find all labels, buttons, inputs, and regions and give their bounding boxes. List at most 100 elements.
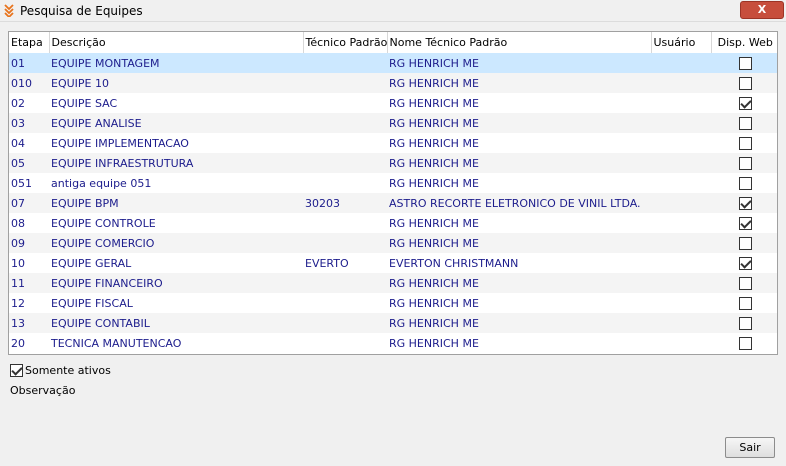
- table-row[interactable]: 20 TECNICA MANUTENCAO RG HENRICH ME: [9, 333, 777, 353]
- table-row[interactable]: 04 EQUIPE IMPLEMENTACAO RG HENRICH ME: [9, 133, 777, 153]
- checkbox-unchecked-icon[interactable]: [738, 136, 752, 150]
- sair-button[interactable]: Sair: [725, 437, 775, 458]
- cell-etapa: 13: [9, 313, 49, 333]
- cell-etapa: 07: [9, 193, 49, 213]
- table-row[interactable]: 09 EQUIPE COMERCIO RG HENRICH ME: [9, 233, 777, 253]
- cell-nome-tecnico-padrao: RG HENRICH ME: [387, 313, 651, 333]
- somente-ativos-checkbox[interactable]: Somente ativos: [10, 363, 111, 377]
- checkbox-unchecked-icon[interactable]: [738, 176, 752, 190]
- cell-disp-web: [711, 293, 777, 313]
- table-row[interactable]: 03 EQUIPE ANALISE RG HENRICH ME: [9, 113, 777, 133]
- cell-descricao: EQUIPE SAC: [51, 96, 118, 110]
- cell-tecnico-padrao: [303, 213, 387, 233]
- table-row[interactable]: 10 EQUIPE GERAL EVERTO EVERTON CHRISTMANN: [9, 253, 777, 273]
- cell-disp-web: [711, 273, 777, 293]
- cell-tecnico-padrao: [303, 333, 387, 353]
- cell-disp-web: [711, 173, 777, 193]
- column-header-nome-tecnico-padrao[interactable]: Nome Técnico Padrão: [387, 32, 652, 53]
- cell-descricao: EQUIPE CONTROLE: [51, 216, 156, 230]
- cell-usuario: [651, 293, 711, 313]
- title-bar: Pesquisa de Equipes X: [0, 0, 786, 22]
- equipes-table: Etapa Descrição Técnico Padrão Nome Técn…: [9, 32, 777, 353]
- checkbox-unchecked-icon[interactable]: [738, 56, 752, 70]
- cell-usuario: [651, 53, 711, 73]
- checkbox-checked-icon[interactable]: [738, 256, 752, 270]
- cell-etapa: 12: [11, 296, 25, 310]
- cell-descricao: EQUIPE COMERCIO: [49, 233, 303, 253]
- table-row[interactable]: 02 EQUIPE SAC RG HENRICH ME: [9, 93, 777, 113]
- close-button[interactable]: X: [740, 1, 784, 19]
- column-header-disp-web[interactable]: Disp. Web: [711, 32, 777, 53]
- table-row[interactable]: 051 antiga equipe 051 RG HENRICH ME: [9, 173, 777, 193]
- table-row[interactable]: 07 EQUIPE BPM 30203 ASTRO RECORTE ELETRONIC…: [9, 193, 777, 213]
- cell-usuario: [651, 93, 711, 113]
- cell-tecnico-padrao: [303, 133, 387, 153]
- close-icon: X: [757, 3, 767, 16]
- table-row[interactable]: 08 EQUIPE CONTROLE RG HENRICH ME: [9, 213, 777, 233]
- cell-etapa: 09: [9, 233, 49, 253]
- column-header-etapa[interactable]: Etapa: [9, 32, 50, 53]
- cell-disp-web: [711, 153, 777, 173]
- cell-tecnico-padrao: [303, 273, 387, 293]
- checkbox-unchecked-icon[interactable]: [738, 276, 752, 290]
- cell-disp-web: [711, 53, 777, 73]
- checkbox-checked-icon[interactable]: [738, 216, 752, 230]
- checkbox-checked-icon[interactable]: [10, 363, 23, 377]
- cell-nome-tecnico-padrao: RG HENRICH ME: [387, 273, 651, 293]
- cell-usuario: [651, 333, 711, 353]
- cell-disp-web: [711, 133, 777, 153]
- cell-nome-tecnico-padrao: RG HENRICH ME: [389, 336, 479, 350]
- cell-disp-web: [711, 93, 777, 113]
- cell-etapa: 02: [11, 96, 25, 110]
- cell-descricao: EQUIPE CONTABIL: [49, 313, 303, 333]
- cell-usuario: [651, 253, 711, 273]
- cell-disp-web: [711, 213, 777, 233]
- table-row[interactable]: 010 EQUIPE 10 RG HENRICH ME: [9, 73, 777, 93]
- cell-disp-web: [711, 253, 777, 273]
- cell-descricao: EQUIPE ANALISE: [49, 113, 303, 133]
- cell-tecnico-padrao: [303, 73, 387, 93]
- checkbox-unchecked-icon[interactable]: [738, 336, 752, 350]
- cell-tecnico-padrao: [303, 313, 387, 333]
- cell-tecnico-padrao: 30203: [303, 193, 387, 213]
- table-row[interactable]: 11 EQUIPE FINANCEIRO RG HENRICH ME: [9, 273, 777, 293]
- cell-tecnico-padrao: [303, 53, 387, 73]
- table-row[interactable]: 05 EQUIPE INFRAESTRUTURA RG HENRICH ME: [9, 153, 777, 173]
- checkbox-checked-icon[interactable]: [738, 96, 752, 110]
- cell-usuario: [651, 113, 711, 133]
- checkbox-unchecked-icon[interactable]: [738, 116, 752, 130]
- cell-etapa: 01: [9, 53, 49, 73]
- cell-descricao: EQUIPE FISCAL: [51, 296, 133, 310]
- cell-descricao: EQUIPE IMPLEMENTACAO: [51, 136, 189, 150]
- cell-usuario: [651, 173, 711, 193]
- cell-usuario: [651, 193, 711, 213]
- cell-descricao: EQUIPE GERAL: [51, 256, 132, 270]
- table-header-row: Etapa Descrição Técnico Padrão Nome Técn…: [9, 32, 777, 53]
- cell-usuario: [651, 273, 711, 293]
- cell-tecnico-padrao: [303, 233, 387, 253]
- checkbox-unchecked-icon[interactable]: [738, 236, 752, 250]
- checkbox-unchecked-icon[interactable]: [738, 296, 752, 310]
- window-title: Pesquisa de Equipes: [20, 4, 143, 18]
- checkbox-checked-icon[interactable]: [738, 196, 752, 210]
- column-header-tecnico-padrao[interactable]: Técnico Padrão: [303, 32, 388, 53]
- table-row[interactable]: 13 EQUIPE CONTABIL RG HENRICH ME: [9, 313, 777, 333]
- checkbox-unchecked-icon[interactable]: [738, 76, 752, 90]
- checkbox-unchecked-icon[interactable]: [738, 316, 752, 330]
- column-header-descricao[interactable]: Descrição: [49, 32, 304, 53]
- column-header-usuario[interactable]: Usuário: [651, 32, 712, 53]
- equipes-grid[interactable]: Etapa Descrição Técnico Padrão Nome Técn…: [8, 31, 778, 355]
- cell-etapa: 10: [11, 256, 25, 270]
- cell-nome-tecnico-padrao: ASTRO RECORTE ELETRONICO DE VINIL LTDA.: [387, 193, 651, 213]
- cell-disp-web: [711, 73, 777, 93]
- cell-descricao: EQUIPE MONTAGEM: [49, 53, 303, 73]
- cell-etapa: 03: [9, 113, 49, 133]
- cell-tecnico-padrao: [303, 293, 387, 313]
- cell-disp-web: [711, 233, 777, 253]
- cell-nome-tecnico-padrao: RG HENRICH ME: [387, 233, 651, 253]
- cell-descricao: TECNICA MANUTENCAO: [51, 336, 182, 350]
- cell-descricao: EQUIPE FINANCEIRO: [49, 273, 303, 293]
- table-row[interactable]: 12 EQUIPE FISCAL RG HENRICH ME: [9, 293, 777, 313]
- table-row[interactable]: 01 EQUIPE MONTAGEM RG HENRICH ME: [9, 53, 777, 73]
- checkbox-unchecked-icon[interactable]: [738, 156, 752, 170]
